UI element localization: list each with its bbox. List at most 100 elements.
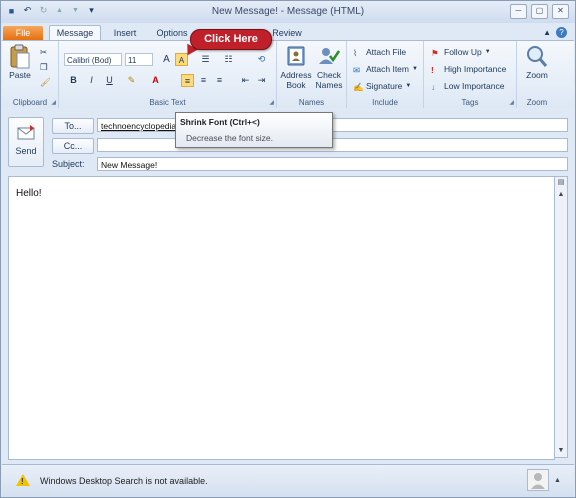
chevron-down-icon: ▼ <box>412 66 418 72</box>
ribbon: Paste ✂ ❐ 🖌 Clipboard ◢ Calibri (Bod) 11… <box>2 40 574 109</box>
status-bar: ! Windows Desktop Search is not availabl… <box>2 464 574 497</box>
attach-item-label: Attach Item <box>366 64 409 74</box>
paste-label: Paste <box>9 70 31 80</box>
attach-item-icon: ✉ <box>353 65 361 75</box>
clipboard-launcher-icon[interactable]: ◢ <box>51 99 56 106</box>
subject-field[interactable]: New Message! <box>97 157 568 171</box>
address-book-icon <box>284 44 308 68</box>
high-importance-label: High Importance <box>444 64 507 74</box>
font-name-value: Calibri (Bod) <box>67 56 112 65</box>
attach-file-button[interactable]: ⌇ Attach File <box>353 46 406 58</box>
scroll-down-icon[interactable]: ▼ <box>556 446 566 456</box>
increase-indent-icon[interactable]: ⇥ <box>255 74 268 87</box>
highlight-color-icon[interactable]: ✎ <box>125 74 138 87</box>
copy-icon[interactable]: ❐ <box>40 61 48 73</box>
follow-up-button[interactable]: ⚑ Follow Up ▼ <box>431 46 491 58</box>
follow-up-label: Follow Up <box>444 47 482 57</box>
tab-message[interactable]: Message <box>49 25 101 41</box>
low-importance-icon: ↓ <box>431 82 436 92</box>
high-importance-button[interactable]: ! High Importance <box>431 63 506 75</box>
zoom-group: Zoom Zoom <box>517 41 557 108</box>
basic-text-group: Calibri (Bod) 11 A A ☰ ☷ ⟲ B I U ✎ A ≡ ≡… <box>59 41 277 108</box>
check-names-icon <box>317 44 341 68</box>
ribbon-minimize-icon[interactable]: ▲ <box>543 28 551 37</box>
address-book-label-1: Address <box>280 70 312 80</box>
bullets-icon[interactable]: ☰ <box>199 53 212 66</box>
check-names-label-2: Names <box>315 80 343 90</box>
ribbon-tabs: File Message Insert Options Review ▲ ? <box>1 23 575 41</box>
paste-icon <box>8 44 32 69</box>
restore-button[interactable]: ▢ <box>531 4 548 19</box>
zoom-label: Zoom <box>526 70 548 80</box>
italic-button[interactable]: I <box>85 74 98 87</box>
status-text: Windows Desktop Search is not available. <box>40 476 208 486</box>
underline-button[interactable]: U <box>103 74 116 87</box>
cc-button[interactable]: Cc... <box>52 138 94 154</box>
tab-options[interactable]: Options <box>151 26 193 41</box>
flag-icon: ⚑ <box>431 48 439 58</box>
vertical-scrollbar[interactable]: ▤ ▲ ▼ <box>554 176 568 458</box>
basic-text-launcher-icon[interactable]: ◢ <box>269 99 274 106</box>
format-painter-icon[interactable]: 🖌 <box>40 76 51 88</box>
check-names-button[interactable]: Check Names <box>313 44 345 90</box>
tags-group-label: Tags <box>461 98 479 107</box>
to-button[interactable]: To... <box>52 118 94 134</box>
chevron-down-icon: ▼ <box>484 49 491 55</box>
to-value: technoencyclopedia@ <box>101 121 185 131</box>
warning-mark: ! <box>21 477 24 486</box>
send-button[interactable]: Send <box>8 117 44 167</box>
clipboard-group-label: Clipboard <box>12 98 48 107</box>
subject-label: Subject: <box>52 159 85 169</box>
tab-insert[interactable]: Insert <box>105 26 145 41</box>
zoom-group-label: Zoom <box>526 98 548 107</box>
message-body[interactable]: Hello! <box>8 176 555 460</box>
scroll-up-icon[interactable]: ▲ <box>556 190 566 200</box>
paperclip-icon: ⌇ <box>353 48 358 58</box>
tooltip-description: Decrease the font size. <box>186 133 273 143</box>
tab-file[interactable]: File <box>3 26 43 41</box>
names-group: Address Book Check Names Names <box>277 41 347 108</box>
ruler-toggle-icon[interactable]: ▤ <box>556 178 566 188</box>
font-color-icon[interactable]: A <box>149 74 162 87</box>
chevron-down-icon: ▼ <box>405 83 412 89</box>
bold-button[interactable]: B <box>67 74 80 87</box>
clipboard-group: Paste ✂ ❐ 🖌 Clipboard ◢ <box>2 41 59 108</box>
people-pane-avatar[interactable] <box>527 469 549 491</box>
tags-launcher-icon[interactable]: ◢ <box>509 99 514 106</box>
names-group-label: Names <box>298 98 325 107</box>
click-here-callout: Click Here <box>190 29 272 50</box>
decrease-indent-icon[interactable]: ⇤ <box>239 74 252 87</box>
low-importance-button[interactable]: ↓ Low Importance <box>431 80 504 92</box>
paste-button[interactable]: Paste <box>6 44 34 80</box>
shrink-font-tooltip: Shrink Font (Ctrl+<) Decrease the font s… <box>175 112 333 148</box>
window-title: New Message! - Message (HTML) <box>211 6 365 17</box>
address-book-button[interactable]: Address Book <box>280 44 312 90</box>
tab-review[interactable]: Review <box>269 26 305 41</box>
attach-item-button[interactable]: ✉ Attach Item ▼ <box>353 63 418 75</box>
magnifier-icon <box>525 44 549 68</box>
include-group: ⌇ Attach File ✉ Attach Item ▼ ✍ Signatur… <box>347 41 424 108</box>
font-name-combo[interactable]: Calibri (Bod) <box>64 53 122 66</box>
send-envelope-icon <box>16 124 36 142</box>
window-controls: ─ ▢ ✕ <box>510 4 569 19</box>
help-icon[interactable]: ? <box>556 27 567 38</box>
outlook-message-window: ■ ↶ ↻ ▲ ▼ ▾ New Message! - Message (HTML… <box>0 0 576 498</box>
clear-formatting-icon[interactable]: ⟲ <box>255 53 268 66</box>
numbering-icon[interactable]: ☷ <box>222 53 235 66</box>
minimize-button[interactable]: ─ <box>510 4 527 19</box>
align-center-icon[interactable]: ≡ <box>197 74 210 87</box>
zoom-button[interactable]: Zoom <box>521 44 553 80</box>
font-size-combo[interactable]: 11 <box>125 53 153 66</box>
basic-text-group-label: Basic Text <box>149 98 186 107</box>
font-size-value: 11 <box>128 56 137 65</box>
body-text: Hello! <box>16 188 42 199</box>
grow-font-button[interactable]: A <box>160 53 173 66</box>
align-right-icon[interactable]: ≡ <box>213 74 226 87</box>
low-importance-label: Low Importance <box>444 81 505 91</box>
close-button[interactable]: ✕ <box>552 4 569 19</box>
align-left-icon[interactable]: ≡ <box>181 74 194 87</box>
signature-button[interactable]: ✍ Signature ▼ <box>353 80 411 92</box>
cut-icon[interactable]: ✂ <box>40 46 47 58</box>
people-pane-expand-icon[interactable]: ▲ <box>554 477 561 484</box>
tooltip-title: Shrink Font (Ctrl+<) <box>180 117 260 127</box>
